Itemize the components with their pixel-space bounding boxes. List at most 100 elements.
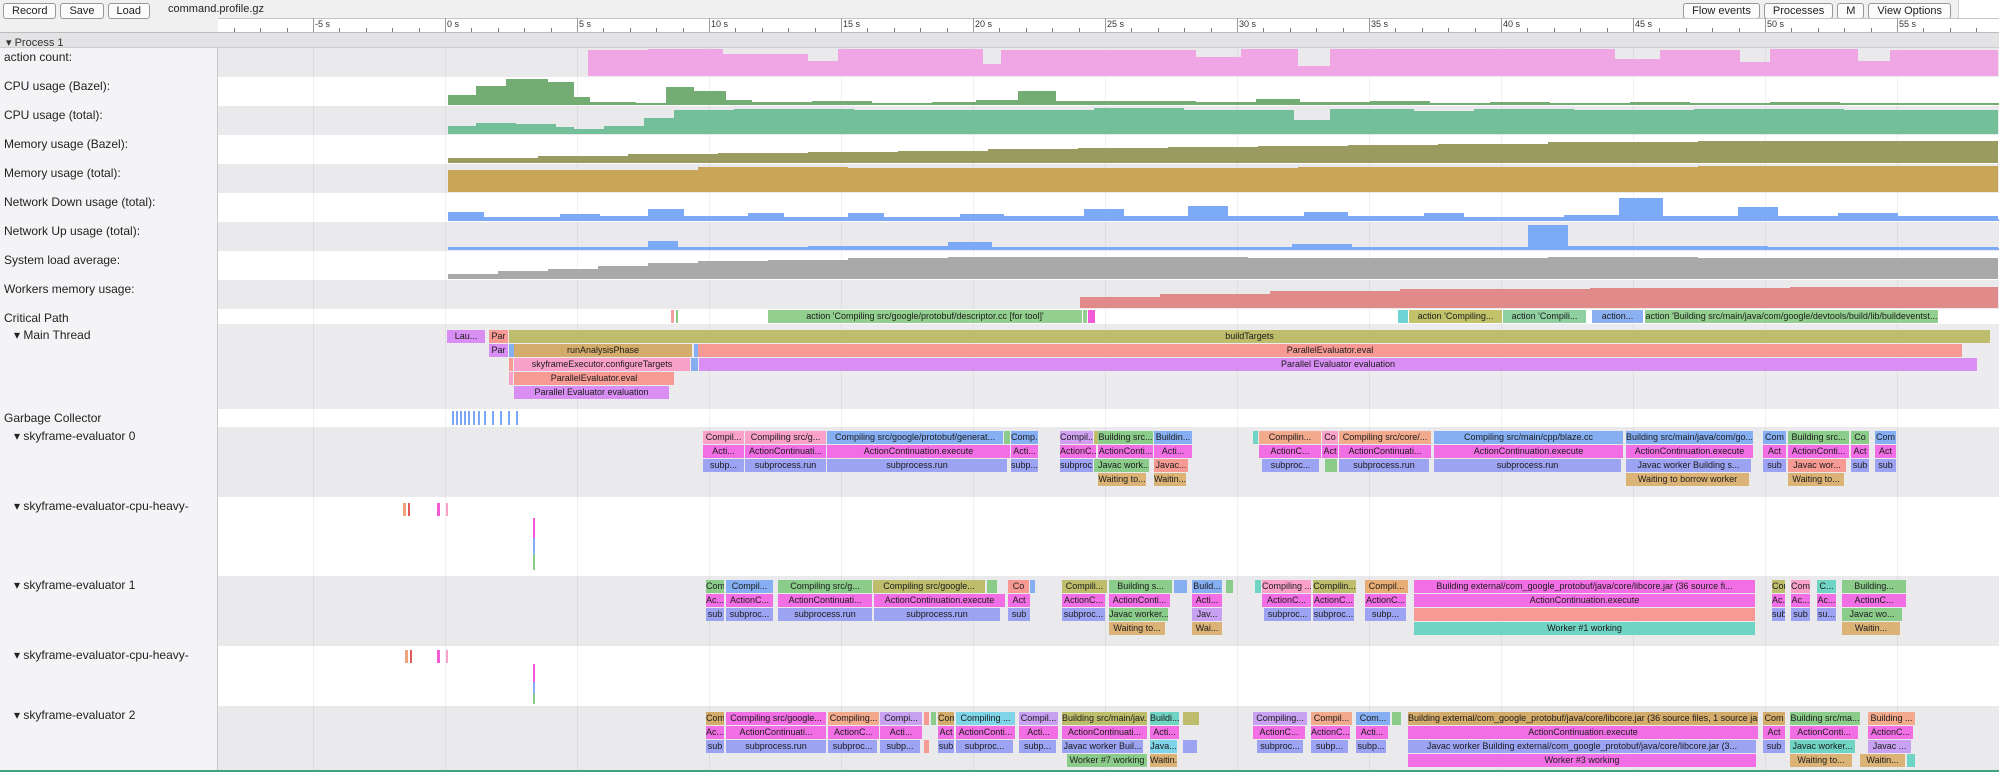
evaluator1-rowC-bar[interactable]: subproc...	[726, 608, 773, 621]
gc-ticks-bar[interactable]	[478, 411, 480, 425]
gc-ticks-bar[interactable]	[460, 411, 462, 425]
critical-path-bar[interactable]: action...	[1592, 310, 1643, 323]
view-options-button[interactable]: View Options	[1868, 3, 1951, 19]
evaluator0-rowB-bar[interactable]: Acti...	[1011, 445, 1038, 458]
main-thread-r2-bar[interactable]: ParallelEvaluator.eval	[698, 344, 1962, 357]
evaluator2-rowA-bar[interactable]	[924, 712, 929, 725]
row-main-thread[interactable]: ▾ Main Thread	[14, 328, 91, 342]
evaluator2-rowB-bar[interactable]: ActionC...	[1253, 726, 1305, 739]
flow-events-button[interactable]: Flow events	[1683, 3, 1760, 19]
m-button[interactable]: M	[1837, 3, 1864, 19]
evaluator2-rowA-bar[interactable]: Building src/main/jav...	[1062, 712, 1147, 725]
evaluator1-rowA-bar[interactable]: C...	[1817, 580, 1836, 593]
evaluator1-rowB-bar[interactable]: ActionContinuation.execute	[874, 594, 1005, 607]
evaluator1-rowB-bar[interactable]: ActionContinuation.execute	[1414, 594, 1755, 607]
evaluator1-rowC-bar[interactable]: subprocess.run	[874, 608, 1000, 621]
evaluator2-rowC-bar[interactable]: Javac worker...	[1790, 740, 1855, 753]
evaluator0-rowC-bar[interactable]	[1325, 459, 1337, 472]
evaluator2-rowA-bar[interactable]: Com...	[1356, 712, 1390, 725]
evaluator2-rowC-bar[interactable]: Javac worker Buil...	[1062, 740, 1143, 753]
evaluator0-rowC-bar[interactable]: subproc...	[1262, 459, 1319, 472]
evaluator1-rowC-bar[interactable]: sub	[1008, 608, 1030, 621]
evaluator0-rowA-bar[interactable]: Compiling src/g...	[745, 431, 826, 444]
evaluator1-rowC-bar[interactable]: Javac wo...	[1842, 608, 1902, 621]
evaluator0-rowC-bar[interactable]: Javac...	[1154, 459, 1188, 472]
cpuheavy-b-line3-bar[interactable]	[533, 694, 535, 704]
evaluator1-rowC-bar[interactable]: sub	[1772, 608, 1785, 621]
gc-ticks-bar[interactable]	[492, 411, 494, 425]
evaluator0-rowB-bar[interactable]: Acti...	[703, 445, 744, 458]
evaluator2-rowB-bar[interactable]: Acti...	[1356, 726, 1388, 739]
evaluator2-rowC-bar[interactable]: sub	[938, 740, 954, 753]
evaluator1-rowC-bar[interactable]: Javac worker...	[1109, 608, 1168, 621]
row-skyframe-cpu-heavy-b[interactable]: ▾ skyframe-evaluator-cpu-heavy-	[14, 648, 189, 662]
evaluator2-rowC-bar[interactable]: Javac ...	[1868, 740, 1911, 753]
evaluator2-rowA-bar[interactable]: Com	[938, 712, 954, 725]
cpuheavy-a-marks-bar[interactable]	[446, 503, 448, 516]
evaluator0-rowC-bar[interactable]: subprocess.run	[1434, 459, 1621, 472]
evaluator0-rowC-bar[interactable]: subp...	[1011, 459, 1038, 472]
evaluator1-rowA-bar[interactable]: Building...	[1842, 580, 1906, 593]
evaluator0-rowB-bar[interactable]: ActionContinuati...	[1339, 445, 1431, 458]
gc-ticks-bar[interactable]	[464, 411, 466, 425]
evaluator0-rowD-bar[interactable]: Waiting to...	[1788, 473, 1844, 486]
evaluator1-rowA-bar[interactable]: Compiling ...	[1262, 580, 1311, 593]
evaluator0-rowC-bar[interactable]: subprocess.run	[827, 459, 1007, 472]
evaluator2-rowD-bar[interactable]: Worker #3 working	[1408, 754, 1756, 767]
evaluator1-rowC-bar[interactable]: sub	[706, 608, 724, 621]
evaluator1-rowA-bar[interactable]: Com	[1791, 580, 1810, 593]
evaluator0-rowA-bar[interactable]: Building src...	[1098, 431, 1153, 444]
cpuheavy-b-line1-bar[interactable]	[533, 664, 535, 682]
evaluator2-rowC-bar[interactable]	[924, 740, 929, 753]
cpuheavy-b-marks-bar[interactable]	[405, 650, 408, 663]
evaluator0-rowB-bar[interactable]: Act	[1875, 445, 1896, 458]
main-thread-r4-bar[interactable]	[509, 372, 513, 385]
row-skyframe-evaluator-0[interactable]: ▾ skyframe-evaluator 0	[14, 429, 135, 443]
evaluator1-rowA-bar[interactable]	[1174, 580, 1187, 593]
cpuheavy-a-marks-bar[interactable]	[403, 503, 406, 516]
evaluator1-rowA-bar[interactable]: Building external/com_google_protobuf/ja…	[1414, 580, 1755, 593]
evaluator0-rowD-bar[interactable]: Waiting to...	[1098, 473, 1146, 486]
evaluator0-rowA-bar[interactable]	[1253, 431, 1258, 444]
evaluator0-rowD-bar[interactable]: Waiting to borrow worker	[1626, 473, 1749, 486]
row-skyframe-cpu-heavy-a[interactable]: ▾ skyframe-evaluator-cpu-heavy-	[14, 499, 189, 513]
evaluator2-rowB-bar[interactable]: Acti...	[1019, 726, 1058, 739]
evaluator1-rowA-bar[interactable]: Com	[1772, 580, 1785, 593]
evaluator0-rowB-bar[interactable]: Acti...	[1154, 445, 1192, 458]
main-thread-r3-bar[interactable]	[691, 358, 698, 371]
evaluator0-rowA-bar[interactable]	[1004, 431, 1010, 444]
main-thread-r3-bar[interactable]: skyframeExecutor.configureTargets	[514, 358, 690, 371]
evaluator0-rowA-bar[interactable]: Compiling src/core/...	[1339, 431, 1431, 444]
evaluator1-rowA-bar[interactable]: Compiling src/google...	[873, 580, 985, 593]
critical-path-bar[interactable]	[676, 310, 678, 323]
cpuheavy-b-marks-bar[interactable]	[446, 650, 448, 663]
evaluator1-rowA-bar[interactable]	[987, 580, 997, 593]
evaluator2-rowA-bar[interactable]	[1392, 712, 1401, 725]
record-button[interactable]: Record	[3, 3, 56, 19]
evaluator2-rowB-bar[interactable]: ActionConti...	[1790, 726, 1858, 739]
evaluator0-rowC-bar[interactable]: subprocess.run	[745, 459, 826, 472]
critical-path-bar[interactable]: action 'Building src/main/java/com/googl…	[1645, 310, 1938, 323]
evaluator2-rowA-bar[interactable]: Building external/com_google_protobuf/ja…	[1408, 712, 1758, 725]
evaluator1-rowB-bar[interactable]: ActionC...	[1062, 594, 1105, 607]
evaluator2-rowB-bar[interactable]: Acti...	[1150, 726, 1179, 739]
evaluator1-rowC-bar[interactable]	[1414, 608, 1755, 621]
evaluator0-rowB-bar[interactable]: ActionContinuation.execute	[1434, 445, 1623, 458]
gc-ticks-bar[interactable]	[456, 411, 458, 425]
evaluator2-rowB-bar[interactable]: ActionConti...	[956, 726, 1015, 739]
evaluator2-rowD-bar[interactable]: Worker #7 working	[1067, 754, 1147, 767]
evaluator1-rowA-bar[interactable]: Compil...	[1365, 580, 1408, 593]
evaluator1-rowC-bar[interactable]: sub	[1791, 608, 1810, 621]
evaluator1-rowA-bar[interactable]: Compil...	[726, 580, 773, 593]
evaluator0-rowB-bar[interactable]: ActionContinuation.execute	[827, 445, 1010, 458]
process-header[interactable]: ▾ Process 1	[0, 32, 1999, 48]
evaluator2-rowB-bar[interactable]: Act	[1763, 726, 1785, 739]
evaluator1-rowA-bar[interactable]: Compiling src/g...	[778, 580, 872, 593]
cpuheavy-a-line1-bar[interactable]	[533, 518, 535, 538]
critical-path-bar[interactable]	[1088, 310, 1095, 323]
evaluator0-rowA-bar[interactable]: Co	[1851, 431, 1869, 444]
evaluator2-rowA-bar[interactable]: Compil...	[1311, 712, 1352, 725]
evaluator2-rowC-bar[interactable]: subp...	[1019, 740, 1056, 753]
evaluator2-rowA-bar[interactable]: Compiling ...	[956, 712, 1015, 725]
evaluator2-rowB-bar[interactable]: ActionContinuati...	[1062, 726, 1147, 739]
